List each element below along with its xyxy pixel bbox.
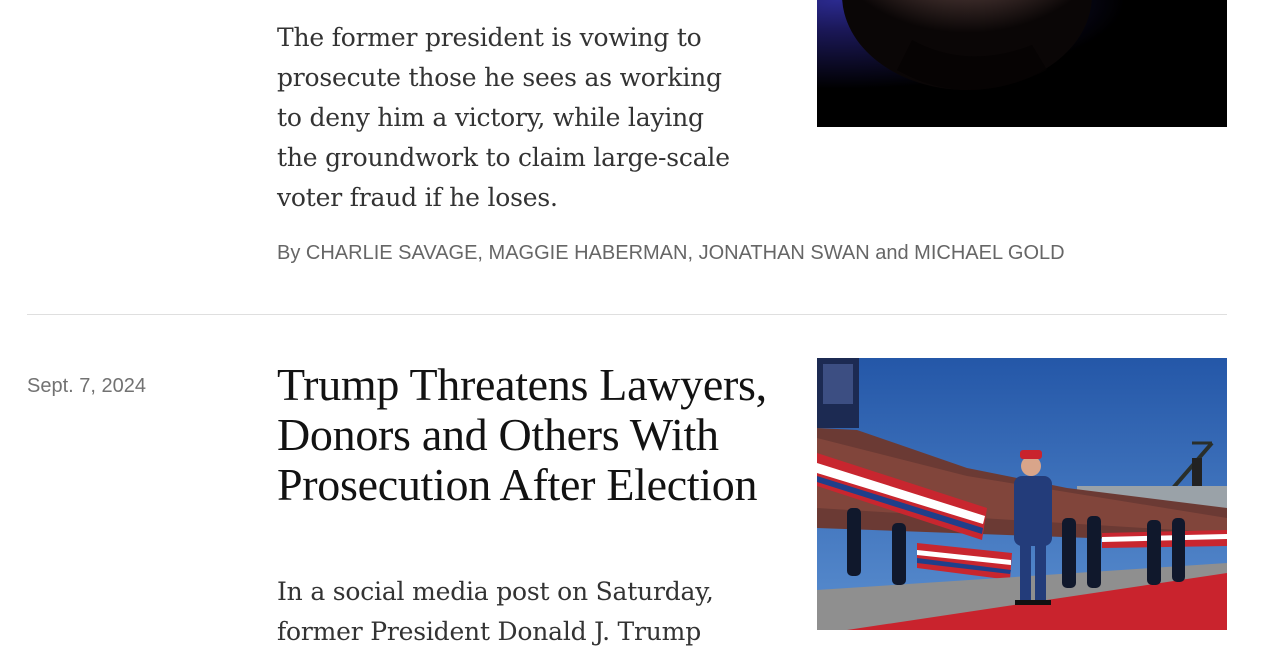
story-top-summary: The former president is vowing to prosec… [277, 23, 730, 212]
story-divider [27, 314, 1227, 315]
story-top-photo[interactable] [817, 0, 1227, 127]
portrait-image [817, 0, 1227, 127]
story-top-byline: By CHARLIE SAVAGE, MAGGIE HABERMAN, JONA… [277, 242, 1065, 264]
rally-image [817, 358, 1227, 630]
story-date: Sept. 7, 2024 [27, 375, 146, 397]
story-second-summary: In a social media post on Saturday, form… [277, 577, 714, 646]
story-headline-link[interactable]: Trump Threatens Lawyers, Donors and Othe… [277, 360, 797, 510]
story-second-photo[interactable] [817, 358, 1227, 630]
